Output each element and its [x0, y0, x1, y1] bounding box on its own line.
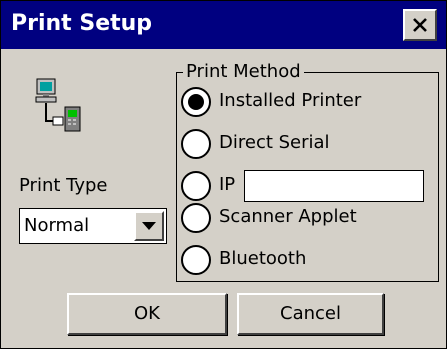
print-type-select[interactable]: Normal	[19, 208, 167, 244]
ip-address-input[interactable]	[244, 170, 424, 202]
radio-installed-printer-label: Installed Printer	[219, 90, 362, 111]
cancel-button[interactable]: Cancel	[237, 293, 384, 335]
radio-scanner-applet-label: Scanner Applet	[219, 206, 357, 227]
print-type-value: Normal	[24, 215, 90, 236]
radio-bluetooth[interactable]: Bluetooth	[178, 242, 418, 276]
printer-computer-icon	[35, 78, 81, 132]
chevron-down-icon	[142, 222, 156, 230]
radio-circle-icon	[181, 87, 211, 117]
print-method-label: Print Method	[183, 61, 304, 83]
radio-direct-serial-label: Direct Serial	[219, 132, 330, 153]
radio-ip-label: IP	[219, 174, 236, 195]
radio-circle-icon	[181, 129, 211, 159]
radio-direct-serial[interactable]: Direct Serial	[178, 126, 418, 160]
radio-circle-icon	[181, 171, 211, 201]
dialog-title: Print Setup	[11, 11, 153, 36]
print-type-label: Print Type	[19, 175, 108, 196]
close-button[interactable]	[403, 9, 437, 41]
radio-ip[interactable]: IP	[178, 168, 240, 202]
close-icon	[413, 18, 427, 32]
print-type-dropdown-button[interactable]	[134, 211, 164, 241]
radio-scanner-applet[interactable]: Scanner Applet	[178, 200, 418, 234]
ok-button[interactable]: OK	[67, 293, 227, 335]
print-setup-dialog: Print Setup Print Type Normal Print Meth…	[0, 0, 447, 349]
radio-circle-icon	[181, 245, 211, 275]
radio-bluetooth-label: Bluetooth	[219, 248, 307, 269]
radio-installed-printer[interactable]: Installed Printer	[178, 84, 418, 118]
radio-circle-icon	[181, 203, 211, 233]
title-bar[interactable]: Print Setup	[1, 1, 446, 49]
